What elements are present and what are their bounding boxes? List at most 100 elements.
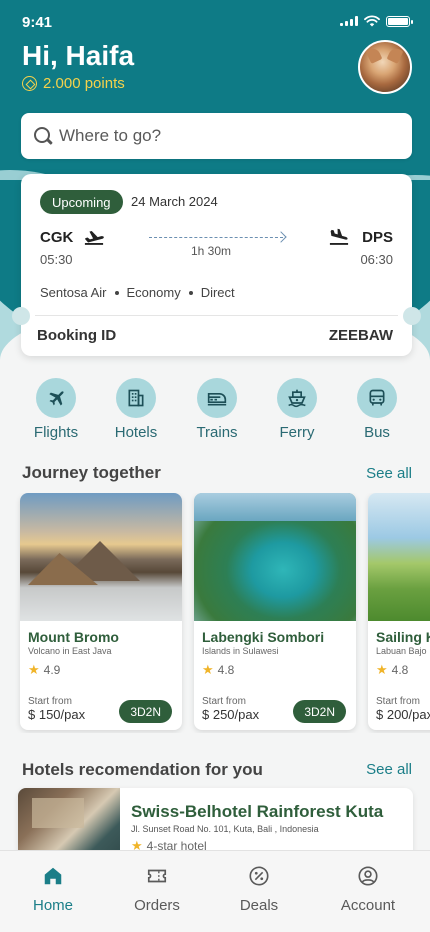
origin-code: CGK	[40, 229, 74, 246]
airplane-icon	[49, 391, 64, 406]
journey-section-title: Journey together	[22, 463, 161, 482]
rating-value: 4.8	[217, 663, 235, 677]
journey-rating: ★ 4.8	[376, 662, 430, 678]
ticket-divider	[35, 315, 398, 316]
train-icon	[207, 393, 227, 406]
airline-name: Sentosa Air	[40, 285, 107, 300]
journey-location: Volcano in East Java	[28, 646, 112, 656]
nav-label: Home	[32, 897, 73, 914]
journey-image	[20, 493, 182, 621]
booking-status-badge: Upcoming	[40, 190, 123, 214]
home-icon	[44, 867, 62, 885]
bottom-navigation: Home Orders Deals Account	[0, 850, 430, 932]
departure-plane-icon	[84, 231, 104, 245]
status-bar: 9:41	[0, 0, 430, 44]
category-icon-circle	[116, 378, 156, 418]
user-icon	[358, 866, 378, 886]
journey-price: $ 200/pax	[376, 707, 430, 722]
category-shortcuts: Flights Hotels Trains Ferry Bus	[0, 378, 430, 444]
arrival-plane-icon	[329, 228, 349, 245]
ticket-icon	[147, 869, 167, 883]
flight-duration: 1h 30m	[191, 244, 232, 258]
hotels-section-title: Hotels recomendation for you	[22, 760, 263, 779]
nav-label: Deals	[239, 897, 279, 914]
star-icon: ★	[202, 662, 214, 677]
category-icon-circle	[357, 378, 397, 418]
journey-carousel[interactable]: Mount Bromo Volcano in East Java ★ 4.9 S…	[0, 493, 430, 733]
nav-orders[interactable]: Orders	[114, 865, 200, 914]
ticket-notch-left	[12, 307, 30, 325]
wifi-icon	[364, 15, 380, 27]
journey-name: Mount Bromo	[28, 629, 119, 645]
category-icon-circle	[197, 378, 237, 418]
points-balance[interactable]: 2.000 points	[22, 75, 125, 92]
category-label: Trains	[196, 424, 238, 441]
search-icon	[33, 126, 53, 146]
journey-price: $ 150/pax	[28, 707, 86, 722]
category-bus[interactable]: Bus	[339, 378, 415, 441]
nav-label: Account	[340, 897, 396, 914]
category-label: Flights	[33, 424, 79, 441]
price-label: Start from	[376, 696, 420, 707]
journey-see-all-link[interactable]: See all	[366, 465, 412, 482]
flight-details: Sentosa Air Economy Direct	[40, 285, 235, 300]
building-icon	[128, 389, 144, 407]
cabin-class: Economy	[126, 285, 181, 300]
journey-rating: ★ 4.9	[28, 662, 174, 678]
status-time: 9:41	[22, 14, 53, 31]
flight-route-line	[149, 237, 283, 238]
price-label: Start from	[28, 696, 72, 707]
status-icons	[340, 15, 413, 27]
destination-code: DPS	[362, 229, 393, 246]
search-bar[interactable]	[21, 113, 412, 159]
rating-value: 4.9	[43, 663, 61, 677]
nav-label: Orders	[134, 897, 180, 914]
journey-card[interactable]: Sailing K Labuan Bajo ★ 4.8 Start from $…	[368, 493, 430, 730]
hotels-see-all-link[interactable]: See all	[366, 761, 412, 778]
separator-dot	[114, 290, 119, 295]
nav-home[interactable]: Home	[10, 865, 96, 914]
separator-dot	[188, 290, 193, 295]
category-label: Bus	[364, 424, 390, 441]
category-hotels[interactable]: Hotels	[98, 378, 174, 441]
signal-icon	[340, 16, 358, 26]
greeting-title: Hi, Haifa	[22, 40, 135, 71]
category-ferry[interactable]: Ferry	[259, 378, 335, 441]
search-input[interactable]	[59, 126, 359, 146]
journey-card[interactable]: Labengki Sombori Islands in Sulawesi ★ 4…	[194, 493, 356, 730]
trip-duration-badge: 3D2N	[119, 700, 172, 723]
ship-icon	[288, 389, 306, 408]
category-flights[interactable]: Flights	[18, 378, 94, 441]
journey-price: $ 250/pax	[202, 707, 260, 722]
ticket-notch-right	[403, 307, 421, 325]
nav-deals[interactable]: Deals	[216, 865, 302, 914]
journey-name: Sailing K	[376, 629, 430, 645]
battery-icon	[386, 15, 413, 27]
points-text: 2.000 points	[43, 75, 125, 92]
bus-icon	[369, 389, 385, 406]
profile-avatar[interactable]	[358, 40, 412, 94]
journey-location: Islands in Sulawesi	[202, 646, 279, 656]
booking-id-value: ZEEBAW	[328, 327, 393, 344]
upcoming-booking-card[interactable]: Upcoming 24 March 2024 CGK 05:30 1h 30m …	[12, 174, 421, 356]
journey-name: Labengki Sombori	[202, 629, 325, 645]
trip-duration-badge: 3D2N	[293, 700, 346, 723]
hotel-name: Swiss-Belhotel Rainforest Kuta	[131, 802, 384, 821]
rating-value: 4.8	[391, 663, 409, 677]
points-coin-icon	[22, 76, 37, 91]
journey-image	[368, 493, 430, 621]
journey-card[interactable]: Mount Bromo Volcano in East Java ★ 4.9 S…	[20, 493, 182, 730]
category-label: Hotels	[114, 424, 158, 441]
category-label: Ferry	[279, 424, 315, 441]
percent-icon	[249, 866, 269, 886]
category-trains[interactable]: Trains	[179, 378, 255, 441]
price-label: Start from	[202, 696, 246, 707]
journey-image	[194, 493, 356, 621]
hotel-address: Jl. Sunset Road No. 101, Kuta, Bali , In…	[131, 824, 319, 834]
journey-location: Labuan Bajo	[376, 646, 427, 656]
journey-rating: ★ 4.8	[202, 662, 348, 678]
departure-time: 05:30	[40, 252, 73, 267]
booking-id-label: Booking ID	[37, 327, 117, 344]
arrival-time: 06:30	[360, 252, 393, 267]
nav-account[interactable]: Account	[325, 865, 411, 914]
